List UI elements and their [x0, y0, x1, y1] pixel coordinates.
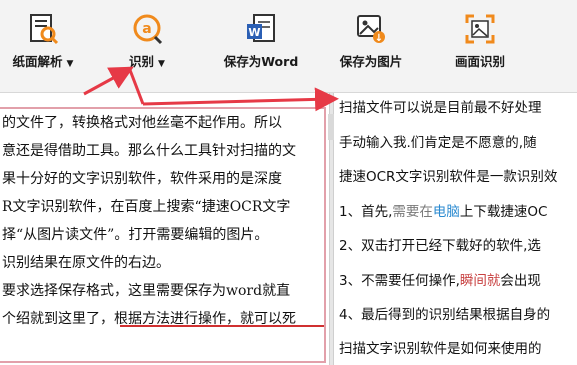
tool-save-word[interactable]: W 保存为Word [214, 0, 308, 92]
recognize-icon: a [133, 14, 163, 45]
text-line: 意还是得借助工具。那么什么工具针对扫描的文 [2, 143, 296, 159]
text-line: 要求选择保存格式，这里需要保存为word就直 [2, 283, 291, 299]
word-icon: W [247, 14, 275, 42]
tool-label: 识别 ▼ [129, 54, 165, 69]
tool-save-image[interactable]: ↓ 保存为图片 [328, 0, 414, 92]
result-line: 手动输入我.们肯定是不愿意的,随 [339, 131, 537, 155]
result-text: 2、双击打开已经下载好的软件,选 [339, 238, 541, 254]
image-save-icon: ↓ [357, 15, 385, 44]
tool-label: 保存为图片 [339, 54, 403, 69]
result-line: 4、最后得到的识别结果根据自身的 [339, 303, 550, 327]
result-line: 2、双击打开已经下载好的软件,选 [339, 234, 541, 258]
result-line: 扫描文字识别软件是如何来使用的 [339, 337, 542, 361]
screen-capture-icon [465, 14, 495, 44]
scrollbar-thumb[interactable] [328, 114, 334, 140]
svg-text:W: W [248, 26, 260, 39]
text-line: 择“从图片读文件”。打开需要编辑的图片。 [2, 227, 269, 243]
text-line: 识别结果在原文件的右边。 [2, 255, 170, 271]
result-text: 电脑 [432, 204, 460, 220]
tool-label: 保存为Word [223, 54, 299, 69]
text-line: 个绍就到这里了，根据方法进行操作，就可以死 [2, 311, 296, 327]
tool-screen-capture[interactable]: 画面识别 [440, 0, 520, 92]
tool-label: 纸面解析 ▼ [12, 54, 74, 69]
chevron-down-icon: ▼ [66, 59, 74, 69]
result-text: 会出现 [500, 273, 541, 289]
result-line: 1、首先,需要在电脑上下载捷速OC [339, 200, 547, 224]
result-text: 扫描文件可以说是目前最不好处理 [339, 100, 542, 116]
result-text: 瞬间就 [459, 273, 501, 289]
tool-recognize[interactable]: a 识别 ▼ [116, 0, 178, 92]
result-text: 捷速OCR文字识别软件是一款识别效 [339, 169, 558, 185]
result-text: 手动输入我.们肯定是不愿意的,随 [339, 135, 537, 151]
result-line: 扫描文件可以说是目前最不好处理 [339, 96, 542, 120]
page-search-icon [30, 14, 59, 45]
result-text: 上下载捷速OC [459, 204, 548, 220]
svg-text:↓: ↓ [375, 33, 383, 44]
tool-label: 画面识别 [454, 54, 505, 69]
red-underline [120, 325, 324, 327]
chevron-down-icon: ▼ [158, 59, 165, 69]
text-line: R文字识别软件，在百度上搜索“捷速OCR文字 [2, 199, 291, 215]
result-line: 捷速OCR文字识别软件是一款识别效 [339, 165, 557, 189]
toolbar: 纸面解析 ▼ a 识别 ▼ W 保存为Word ↓ 保存为图片 画面识别 [0, 0, 577, 93]
result-text: 1、首先, [339, 204, 393, 220]
recognition-result-pane[interactable]: 扫描文件可以说是目前最不好处理 手动输入我.们肯定是不愿意的,随捷速OCR文字识别… [335, 93, 577, 365]
tool-paper-analysis[interactable]: 纸面解析 ▼ [0, 0, 86, 92]
result-line: 3、不需要任何操作,瞬间就会出现 [339, 269, 541, 293]
result-text: 3、不需要任何操作, [339, 273, 460, 289]
svg-text:a: a [142, 21, 151, 37]
original-document-pane[interactable]: 的文件了，转换格式对他丝毫不起作用。所以 意还是得借助工具。那么什么工具针对扫描… [0, 93, 328, 365]
text-line: 的文件了，转换格式对他丝毫不起作用。所以 [2, 115, 282, 131]
result-text: 4、最后得到的识别结果根据自身的 [339, 307, 551, 323]
original-text: 的文件了，转换格式对他丝毫不起作用。所以 意还是得借助工具。那么什么工具针对扫描… [0, 109, 326, 333]
text-line: 果十分好的文字识别软件，软件采用的是深度 [2, 171, 282, 187]
result-text: 需要在 [392, 204, 433, 220]
result-text: 扫描文字识别软件是如何来使用的 [339, 341, 542, 357]
